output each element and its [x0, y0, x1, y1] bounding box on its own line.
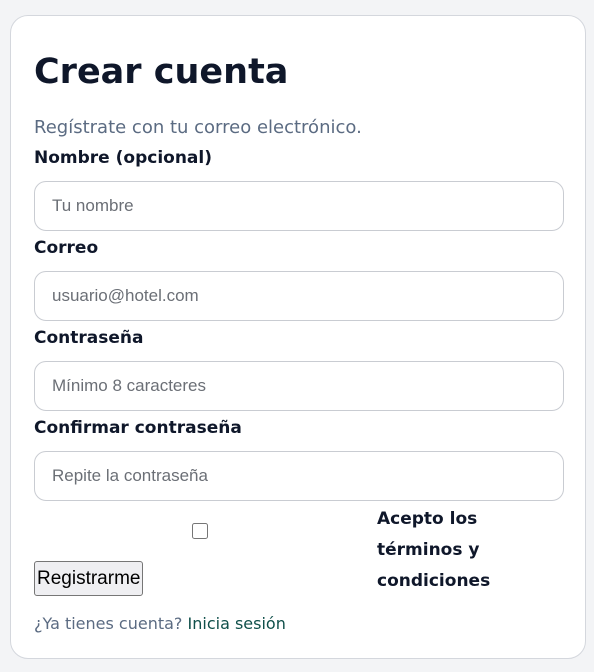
- name-input[interactable]: [34, 181, 564, 231]
- login-prompt-text: ¿Ya tienes cuenta?: [34, 614, 183, 633]
- terms-checkbox[interactable]: [192, 523, 208, 539]
- password-label: Contraseña: [34, 328, 144, 348]
- email-label: Correo: [34, 238, 99, 258]
- terms-label: Acepto los términos y condiciones: [377, 509, 491, 591]
- page-subtitle: Regístrate con tu correo electrónico.: [34, 117, 362, 138]
- signup-card: Crear cuenta Regístrate con tu correo el…: [10, 15, 586, 659]
- password-input[interactable]: [34, 361, 564, 411]
- login-prompt: ¿Ya tienes cuenta? Inicia sesión: [34, 613, 286, 635]
- email-input[interactable]: [34, 271, 564, 321]
- confirm-password-label: Confirmar contraseña: [34, 418, 242, 438]
- register-button[interactable]: Registrarme: [34, 561, 144, 596]
- confirm-password-input[interactable]: [34, 451, 564, 501]
- name-label: Nombre (opcional): [34, 148, 212, 168]
- page-title: Crear cuenta: [34, 52, 289, 92]
- login-link[interactable]: Inicia sesión: [188, 614, 286, 633]
